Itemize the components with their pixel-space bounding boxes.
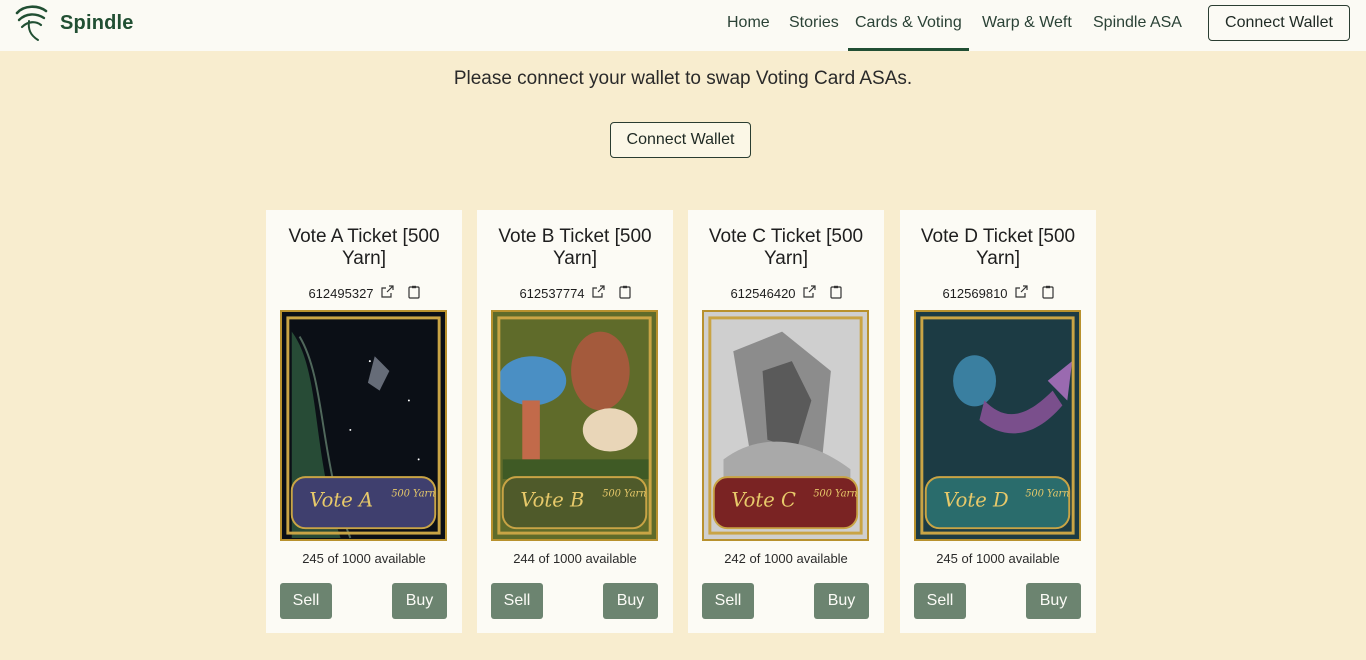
wallet-notice-text: Please connect your wallet to swap Votin…: [453, 68, 913, 89]
external-link-icon[interactable]: [1014, 285, 1028, 302]
voting-card-a: Vote A Ticket [500 Yarn] 612495327 Vote …: [266, 210, 462, 633]
voting-card-b: Vote B Ticket [500 Yarn] 612537774 Vote …: [477, 210, 673, 633]
nav-warp-weft[interactable]: Warp & Weft: [982, 0, 1072, 51]
buy-button[interactable]: Buy: [814, 583, 869, 619]
card-artwork: Vote D 500 Yarn: [914, 310, 1081, 541]
art-subtitle: 500 Yarn: [602, 489, 646, 500]
art-subtitle: 500 Yarn: [1025, 489, 1069, 500]
buy-button[interactable]: Buy: [603, 583, 658, 619]
art-banner-text: Vote C: [731, 489, 796, 512]
nav-stories[interactable]: Stories: [789, 0, 839, 51]
voting-card-c: Vote C Ticket [500 Yarn] 612546420 Vote …: [688, 210, 884, 633]
buy-button[interactable]: Buy: [1026, 583, 1081, 619]
card-title: Vote B Ticket [500 Yarn]: [498, 226, 652, 269]
availability-text: 242 of 1000 available: [724, 551, 848, 566]
connect-wallet-button[interactable]: Connect Wallet: [610, 122, 751, 158]
nav-home[interactable]: Home: [727, 0, 770, 51]
asa-id-row: 612546420: [688, 285, 884, 302]
asa-id-row: 612569810: [900, 285, 1096, 302]
brand-logo[interactable]: Spindle: [14, 3, 134, 43]
external-link-icon[interactable]: [591, 285, 605, 302]
art-banner-text: Vote D: [943, 489, 1009, 512]
nav-spindle-asa[interactable]: Spindle ASA: [1093, 0, 1182, 51]
availability-text: 245 of 1000 available: [302, 551, 426, 566]
card-title: Vote D Ticket [500 Yarn]: [920, 226, 1076, 269]
header-connect-wallet-button[interactable]: Connect Wallet: [1208, 5, 1350, 41]
availability-text: 244 of 1000 available: [513, 551, 637, 566]
sell-button[interactable]: Sell: [280, 583, 332, 619]
art-banner-text: Vote A: [309, 489, 373, 512]
availability-text: 245 of 1000 available: [936, 551, 1060, 566]
voting-card-d: Vote D Ticket [500 Yarn] 612569810 Vote …: [900, 210, 1096, 633]
external-link-icon[interactable]: [380, 285, 394, 302]
asa-id: 612537774: [519, 286, 585, 301]
brand-name: Spindle: [60, 11, 134, 34]
card-artwork: Vote A 500 Yarn: [280, 310, 447, 541]
card-artwork: Vote C 500 Yarn: [702, 310, 869, 541]
clipboard-icon[interactable]: [618, 285, 631, 302]
sell-button[interactable]: Sell: [702, 583, 754, 619]
external-link-icon[interactable]: [802, 285, 816, 302]
card-title: Vote C Ticket [500 Yarn]: [708, 226, 864, 269]
asa-id: 612546420: [730, 286, 796, 301]
art-subtitle: 500 Yarn: [391, 489, 435, 500]
asa-id: 612495327: [308, 286, 374, 301]
card-artwork: Vote B 500 Yarn: [491, 310, 658, 541]
asa-id: 612569810: [942, 286, 1008, 301]
clipboard-icon[interactable]: [1041, 285, 1054, 302]
nav-cards-voting[interactable]: Cards & Voting: [848, 0, 969, 51]
sell-button[interactable]: Sell: [491, 583, 543, 619]
art-banner-text: Vote B: [520, 489, 584, 512]
spindle-logo-icon: [15, 5, 48, 41]
asa-id-row: 612537774: [477, 285, 673, 302]
top-navbar: Spindle Home Stories Cards & Voting Warp…: [0, 0, 1366, 51]
card-title: Vote A Ticket [500 Yarn]: [288, 226, 440, 269]
buy-button[interactable]: Buy: [392, 583, 447, 619]
sell-button[interactable]: Sell: [914, 583, 966, 619]
art-subtitle: 500 Yarn: [813, 489, 857, 500]
clipboard-icon[interactable]: [829, 285, 842, 302]
asa-id-row: 612495327: [266, 285, 462, 302]
clipboard-icon[interactable]: [407, 285, 420, 302]
